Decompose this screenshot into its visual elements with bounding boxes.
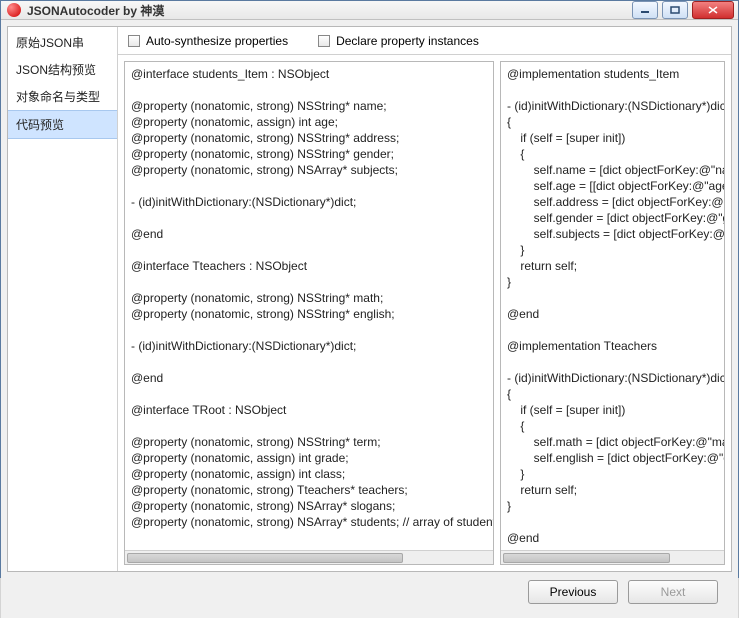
declare-inst-label: Declare property instances: [336, 34, 479, 48]
splitter-handle[interactable]: [493, 313, 494, 319]
auto-synth-label: Auto-synthesize properties: [146, 34, 288, 48]
title-bar: JSONAutocoder by 神漠: [1, 1, 738, 20]
minimize-icon: [640, 6, 650, 14]
previous-label: Previous: [550, 585, 597, 599]
scrollbar-thumb[interactable]: [127, 553, 403, 563]
previous-button[interactable]: Previous: [528, 580, 618, 604]
close-icon: [708, 6, 718, 14]
sidebar-item-raw-json[interactable]: 原始JSON串: [8, 29, 117, 56]
next-button[interactable]: Next: [628, 580, 718, 604]
footer: Previous Next: [7, 572, 732, 612]
impl-code[interactable]: @implementation students_Item - (id)init…: [501, 62, 724, 550]
close-button[interactable]: [692, 1, 734, 19]
minimize-button[interactable]: [632, 1, 658, 19]
content-inner: 原始JSON串 JSON结构预览 对象命名与类型 代码预览 Auto-synth…: [7, 26, 732, 572]
declare-inst-checkbox[interactable]: Declare property instances: [318, 34, 479, 48]
sidebar-item-code-preview[interactable]: 代码预览: [8, 110, 117, 139]
main: Auto-synthesize properties Declare prope…: [118, 27, 731, 571]
auto-synth-checkbox[interactable]: Auto-synthesize properties: [128, 34, 288, 48]
next-label: Next: [661, 585, 686, 599]
impl-code-pane: @implementation students_Item - (id)init…: [500, 61, 725, 565]
maximize-icon: [670, 6, 680, 14]
maximize-button[interactable]: [662, 1, 688, 19]
checkbox-icon: [128, 35, 140, 47]
content: 原始JSON串 JSON结构预览 对象命名与类型 代码预览 Auto-synth…: [1, 20, 738, 618]
sidebar: 原始JSON串 JSON结构预览 对象命名与类型 代码预览: [8, 27, 118, 571]
sidebar-item-json-struct[interactable]: JSON结构预览: [8, 56, 117, 83]
h-scrollbar-left[interactable]: [125, 550, 493, 564]
sidebar-item-naming[interactable]: 对象命名与类型: [8, 83, 117, 110]
app-window: JSONAutocoder by 神漠 原始JSON串 JSON结构预览 对象命…: [0, 0, 739, 578]
code-panes: @interface students_Item : NSObject @pro…: [118, 55, 731, 571]
checkbox-icon: [318, 35, 330, 47]
h-scrollbar-right[interactable]: [501, 550, 724, 564]
header-code[interactable]: @interface students_Item : NSObject @pro…: [125, 62, 493, 550]
scrollbar-thumb[interactable]: [503, 553, 670, 563]
options-bar: Auto-synthesize properties Declare prope…: [118, 27, 731, 55]
header-code-pane: @interface students_Item : NSObject @pro…: [124, 61, 494, 565]
window-title: JSONAutocoder by 神漠: [27, 2, 164, 19]
app-icon: [7, 3, 21, 17]
